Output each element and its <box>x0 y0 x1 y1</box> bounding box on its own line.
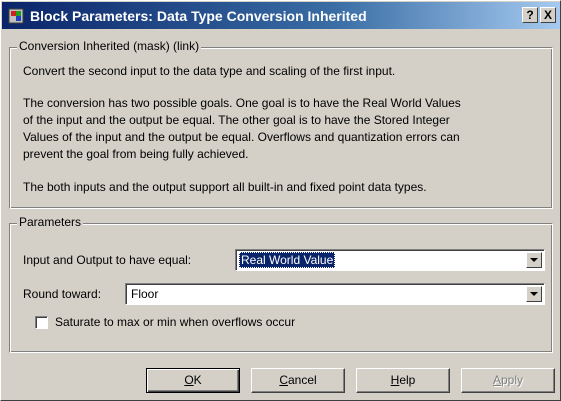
chevron-down-icon <box>530 258 538 262</box>
equal-label: Input and Output to have equal: <box>23 253 192 267</box>
chevron-down-icon <box>530 292 538 296</box>
round-label: Round toward: <box>23 287 102 301</box>
saturate-checkbox[interactable] <box>35 316 48 329</box>
cancel-button-label: Cancel <box>279 373 317 387</box>
description-line-4: Values of the input and the output be eq… <box>23 130 460 144</box>
description-line-2: The conversion has two possible goals. O… <box>23 96 461 110</box>
description-line-3: of the input and the output be equal. Th… <box>23 113 450 127</box>
round-select-value: Floor <box>131 287 159 301</box>
ok-button-label: OK <box>184 373 202 387</box>
title-bar[interactable]: Block Parameters: Data Type Conversion I… <box>2 2 560 29</box>
equal-select-value: Real World Value <box>239 252 336 268</box>
description-legend: Conversion Inherited (mask) (link) <box>17 39 202 53</box>
description-line-1: Convert the second input to the data typ… <box>23 64 396 78</box>
saturate-label[interactable]: Saturate to max or min when overflows oc… <box>55 315 295 329</box>
window-title: Block Parameters: Data Type Conversion I… <box>30 8 367 24</box>
cancel-button[interactable]: Cancel <box>251 368 345 393</box>
help-button-label: Help <box>390 373 416 387</box>
apply-button-label: Apply <box>492 373 524 387</box>
simulink-block-icon <box>8 8 24 24</box>
apply-button[interactable]: Apply <box>461 368 555 393</box>
round-dropdown-button[interactable] <box>526 286 542 302</box>
description-line-5: prevent the goal from being fully achiev… <box>23 147 249 161</box>
block-parameters-dialog: Block Parameters: Data Type Conversion I… <box>0 0 561 401</box>
help-button[interactable]: Help <box>356 368 450 393</box>
parameters-legend: Parameters <box>17 215 84 229</box>
ok-button[interactable]: OK <box>146 368 240 393</box>
round-select[interactable]: Floor <box>125 283 545 305</box>
close-title-button[interactable]: X <box>540 7 556 23</box>
help-title-button[interactable]: ? <box>522 7 538 23</box>
description-line-6: The both inputs and the output support a… <box>23 180 427 194</box>
equal-select[interactable]: Real World Value <box>235 249 545 271</box>
equal-dropdown-button[interactable] <box>526 252 542 268</box>
